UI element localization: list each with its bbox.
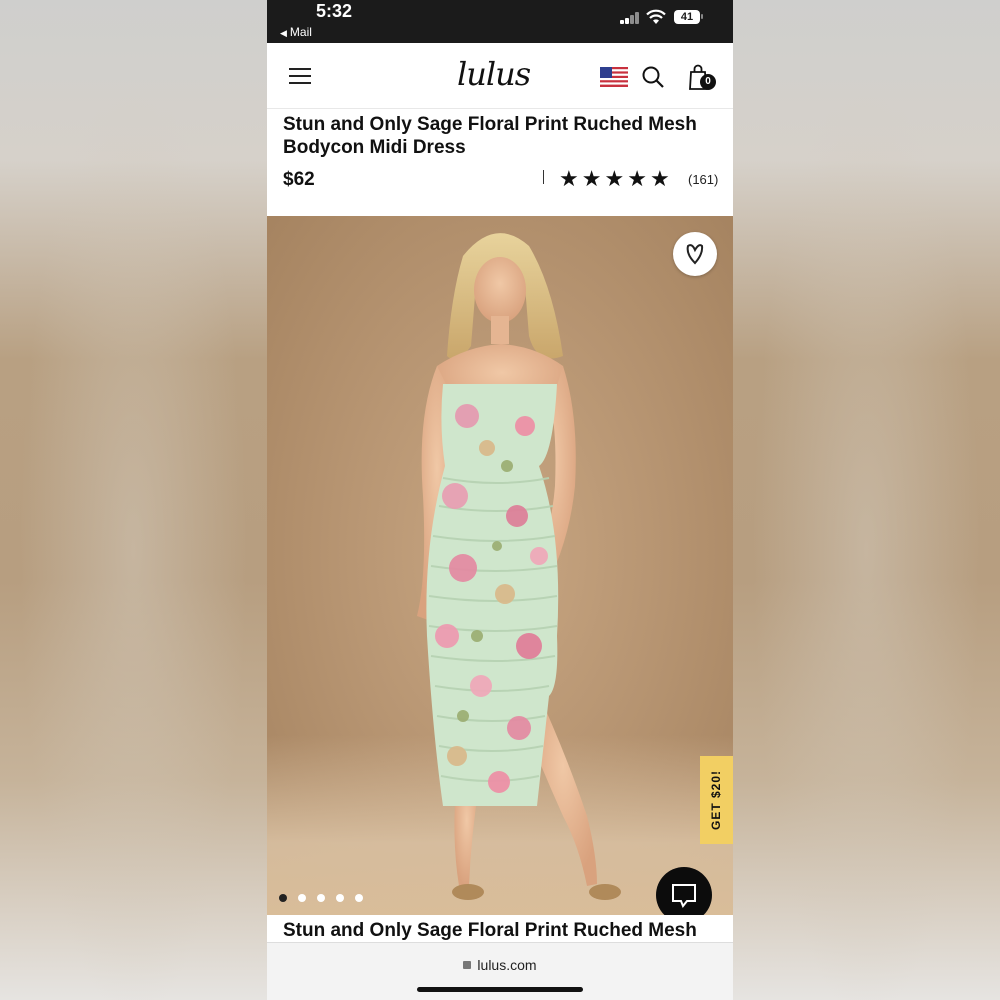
product-title: Stun and Only Sage Floral Print Ruched M… (283, 114, 697, 158)
product-image[interactable]: GET $20! (267, 216, 733, 915)
carousel-dot[interactable] (336, 894, 344, 902)
status-bar: 5:32 ◀ Mail 41 (267, 0, 733, 43)
back-to-mail[interactable]: ◀ Mail (280, 25, 312, 39)
us-flag-icon[interactable] (600, 67, 628, 87)
lock-icon (463, 961, 472, 969)
url-text: lulus.com (477, 957, 537, 973)
cellular-signal-icon (620, 12, 642, 24)
star-icon: ★ (649, 166, 670, 191)
product-title-repeat: Stun and Only Sage Floral Print Ruched M… (283, 920, 697, 941)
phone-screen: 5:32 ◀ Mail 41 lulus 0 Stun and Only Sag… (267, 0, 733, 1000)
chat-button[interactable] (656, 867, 712, 915)
carousel-dot[interactable] (317, 894, 325, 902)
star-icon: ★ (581, 166, 602, 191)
search-icon[interactable] (641, 65, 665, 89)
status-time: 5:32 (316, 1, 353, 21)
hamburger-icon[interactable] (289, 68, 311, 84)
carousel-dot[interactable] (355, 894, 363, 902)
back-arrow-icon: ◀ (280, 28, 287, 38)
divider (543, 170, 544, 184)
favorite-button[interactable] (673, 232, 717, 276)
battery-level: 41 (674, 10, 700, 24)
home-indicator (417, 987, 583, 992)
wifi-icon (646, 9, 666, 24)
carousel-dots[interactable] (279, 894, 363, 902)
background-blur-left (0, 0, 267, 1000)
browser-url-bar[interactable]: lulus.com (267, 942, 733, 1000)
star-icon: ★ (559, 166, 579, 191)
review-count[interactable]: (161) (688, 172, 718, 187)
promo-label: GET $20! (709, 769, 724, 831)
carousel-dot[interactable] (298, 894, 306, 902)
battery-tip (701, 14, 703, 19)
background-blur-right (733, 0, 1000, 1000)
carousel-dot[interactable] (279, 894, 287, 902)
chat-icon (672, 884, 696, 908)
url-display[interactable]: lulus.com (267, 957, 733, 973)
model-photo (417, 233, 621, 900)
promo-tab[interactable]: GET $20! (700, 756, 733, 844)
cart-count-badge: 0 (700, 74, 716, 90)
heart-icon (686, 244, 704, 265)
star-icon: ★ (604, 166, 625, 191)
back-label: Mail (289, 25, 312, 39)
star-rating[interactable]: ★ ★ ★ ★ ★ (559, 167, 670, 191)
product-price: $62 (283, 169, 315, 190)
lulus-logo[interactable]: lulus (457, 55, 531, 93)
star-icon: ★ (627, 166, 647, 191)
site-header: lulus 0 (267, 43, 733, 109)
